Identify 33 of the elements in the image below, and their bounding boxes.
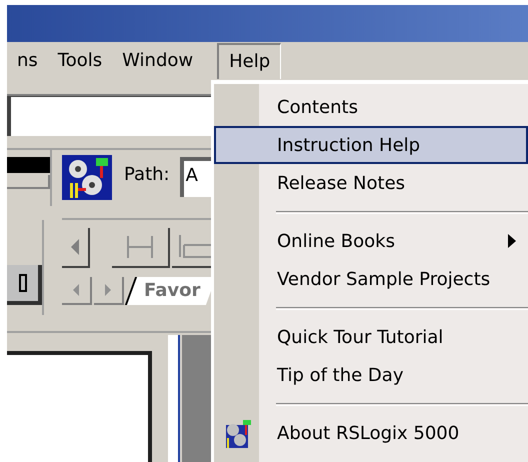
path-field[interactable]: A (180, 157, 211, 197)
path-label: Path: (124, 166, 170, 184)
tab-scroll-right-button[interactable] (94, 277, 124, 305)
menu-option[interactable]: Quick Tour Tutorial (214, 318, 528, 356)
branch-icon (178, 235, 211, 259)
left-arrow-icon (73, 284, 79, 296)
right-arrow-icon (105, 284, 111, 296)
menu-option[interactable]: About RSLogix 5000 (214, 414, 528, 452)
panel-button[interactable] (7, 175, 50, 189)
status-bar-indicator (7, 157, 50, 173)
ladder-editor-pane[interactable] (7, 351, 152, 462)
rung-icon (126, 236, 154, 258)
toolbar-button[interactable] (7, 265, 42, 305)
scroll-left-button[interactable] (62, 228, 90, 268)
scrollbar[interactable] (168, 335, 180, 462)
input-field[interactable] (7, 96, 211, 136)
left-arrow-icon (71, 239, 79, 255)
menu-option[interactable]: Online Books (214, 222, 528, 260)
rung-button[interactable] (112, 228, 170, 268)
gears-icon (224, 419, 252, 449)
menu-item[interactable]: Window (112, 52, 204, 70)
menu-option[interactable]: Tip of the Day (214, 356, 528, 394)
menu-option[interactable]: Release Notes (214, 164, 528, 202)
gears-icon[interactable] (62, 155, 112, 200)
submenu-arrow-icon (508, 234, 516, 248)
menu-option[interactable]: Instruction Help (214, 126, 528, 164)
menu-item[interactable]: ns (7, 52, 48, 70)
rectangle-icon (18, 274, 26, 292)
tab-scroll-left-button[interactable] (62, 277, 92, 305)
menu-item[interactable]: Tools (48, 52, 112, 70)
menu-option[interactable]: Contents (214, 88, 528, 126)
menu-option[interactable]: Vendor Sample Projects (214, 260, 528, 298)
menu-item[interactable]: Help (217, 43, 282, 79)
